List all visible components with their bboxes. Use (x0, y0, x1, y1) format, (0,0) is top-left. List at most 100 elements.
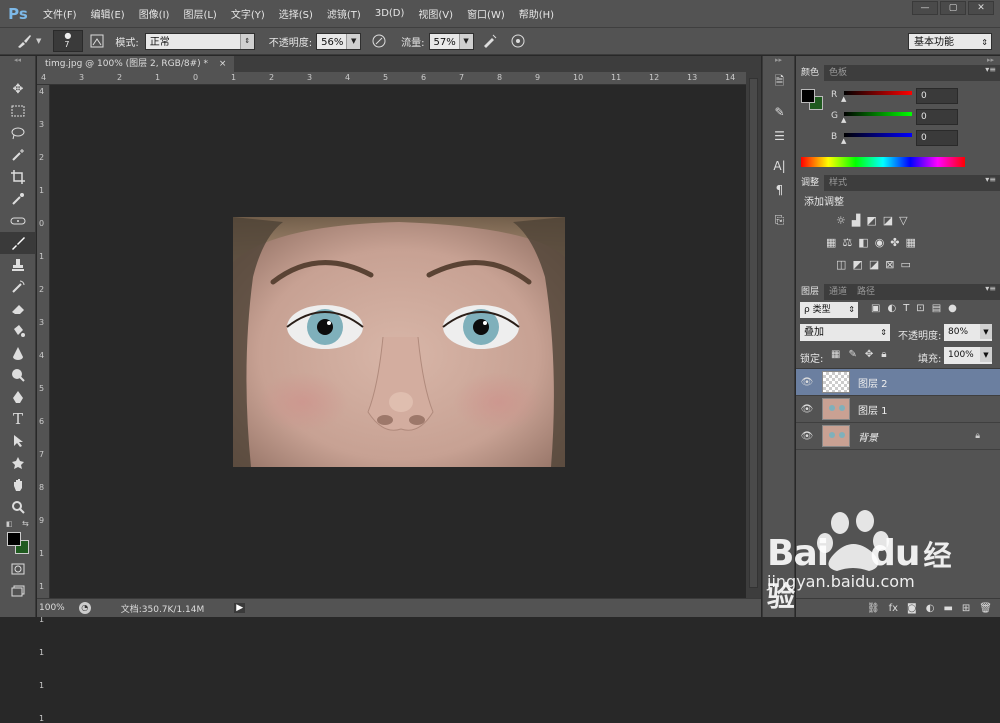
filter-adjustment-icon[interactable]: ◐ (887, 303, 896, 314)
pressure-opacity-icon[interactable] (369, 31, 389, 51)
tab-adjustments[interactable]: 调整 (796, 175, 825, 191)
panels-collapse-icon[interactable]: ▸▸ (796, 56, 1000, 64)
path-selection-tool-icon[interactable] (0, 430, 36, 452)
black-white-icon[interactable]: ◧ (858, 236, 868, 249)
brush-preset-icon[interactable] (14, 31, 34, 51)
red-slider[interactable] (844, 91, 912, 95)
tab-swatches[interactable]: 色板 (824, 65, 852, 81)
mode-select[interactable]: 正常 ⇕ (144, 32, 255, 50)
dodge-tool-icon[interactable] (0, 364, 36, 386)
menu-help[interactable]: 帮助(H) (512, 6, 561, 21)
lock-transparent-icon[interactable]: ▦ (831, 349, 840, 360)
color-spectrum-ramp[interactable] (801, 157, 965, 167)
filter-shape-icon[interactable]: ⊡ (916, 303, 924, 314)
exposure-icon[interactable]: ◪ (883, 214, 893, 227)
brush-preset-arrow-icon[interactable]: ▼ (36, 37, 41, 45)
zoom-level[interactable]: 100% (39, 603, 65, 613)
minimize-button[interactable]: — (912, 1, 938, 15)
menu-filter[interactable]: 滤镜(T) (320, 6, 368, 21)
clone-stamp-tool-icon[interactable] (0, 254, 36, 276)
document-image[interactable] (233, 217, 565, 467)
zoom-tool-icon[interactable] (0, 496, 36, 518)
layer-filter-select[interactable]: ρ 类型 ⇕ (800, 302, 858, 318)
brightness-contrast-icon[interactable]: ☼ (836, 214, 846, 227)
screen-mode-icon[interactable] (0, 580, 36, 602)
quick-mask-icon[interactable] (0, 558, 36, 580)
pen-tool-icon[interactable] (0, 386, 36, 408)
menu-type[interactable]: 文字(Y) (224, 6, 272, 21)
paint-bucket-tool-icon[interactable] (0, 320, 36, 342)
paragraph-panel-icon[interactable]: ¶ (763, 178, 796, 202)
curves-icon[interactable]: ◩ (866, 214, 876, 227)
close-button[interactable]: ✕ (968, 1, 994, 15)
photo-filter-icon[interactable]: ◉ (875, 236, 885, 249)
brush-presets-panel-icon[interactable]: ☰ (763, 124, 796, 148)
zoom-info-icon[interactable]: ◔ (78, 602, 91, 614)
crop-tool-icon[interactable] (0, 166, 36, 188)
menu-edit[interactable]: 编辑(E) (84, 6, 132, 21)
hue-saturation-icon[interactable]: ▦ (826, 236, 836, 249)
visibility-eye-icon[interactable]: 👁︎ (796, 404, 818, 415)
menu-select[interactable]: 选择(S) (272, 6, 320, 21)
pressure-size-icon[interactable] (508, 31, 528, 51)
tab-color[interactable]: 颜色 (796, 65, 825, 81)
levels-icon[interactable]: ▟ (852, 214, 860, 227)
menu-layer[interactable]: 图层(L) (176, 6, 223, 21)
history-brush-tool-icon[interactable] (0, 276, 36, 298)
hand-tool-icon[interactable] (0, 474, 36, 496)
workspace-select[interactable]: 基本功能 ⇕ (908, 33, 992, 50)
opacity-dropdown-icon[interactable]: ▼ (346, 33, 361, 49)
vibrance-icon[interactable]: ▽ (899, 214, 907, 227)
filter-toggle-icon[interactable]: ● (948, 303, 957, 314)
blend-mode-select[interactable]: 叠加 ⇕ (800, 324, 890, 341)
brush-size-picker[interactable]: ● 7 (53, 30, 84, 52)
red-value-input[interactable]: 0 (916, 88, 958, 104)
blue-slider[interactable] (844, 133, 912, 137)
document-close-icon[interactable]: × (219, 59, 227, 69)
layer-row-background[interactable]: 👁︎ 背景 🔒︎ (796, 423, 1000, 450)
threshold-icon[interactable]: ◪ (869, 258, 879, 271)
color-lookup-icon[interactable]: ▦ (906, 236, 916, 249)
shape-tool-icon[interactable] (0, 452, 36, 474)
menu-view[interactable]: 视图(V) (411, 6, 460, 21)
tab-channels[interactable]: 通道 (824, 284, 852, 300)
opacity-input[interactable]: 56% ▼ (316, 32, 362, 50)
maximize-button[interactable]: ▢ (940, 1, 966, 15)
tools-collapse-icon[interactable]: ◂◂ (0, 56, 35, 64)
green-slider-handle-icon[interactable]: ▲ (841, 116, 846, 124)
blur-tool-icon[interactable] (0, 342, 36, 364)
visibility-eye-icon[interactable]: 👁︎ (796, 377, 818, 388)
selective-color-icon[interactable]: ⊠ (885, 258, 894, 271)
filter-type-icon[interactable]: T (903, 303, 909, 314)
lock-position-icon[interactable]: ✥ (865, 349, 873, 360)
filter-smart-object-icon[interactable]: ▤ (932, 303, 941, 314)
fill-input[interactable]: 100% ▼ (944, 347, 992, 364)
red-slider-handle-icon[interactable]: ▲ (841, 95, 846, 103)
foreground-color-swatch[interactable] (7, 532, 21, 546)
lasso-tool-icon[interactable] (0, 122, 36, 144)
airbrush-icon[interactable] (480, 31, 500, 51)
fill-arrow-icon[interactable]: ▼ (980, 347, 992, 362)
layer-row-layer-1[interactable]: 👁︎ 图层 1 (796, 396, 1000, 423)
marquee-tool-icon[interactable] (0, 100, 36, 122)
eyedropper-tool-icon[interactable] (0, 188, 36, 210)
default-colors-icon[interactable]: ◧ (6, 520, 13, 528)
status-menu-arrow-icon[interactable]: ▶ (234, 603, 246, 613)
gradient-map-icon[interactable]: ▭ (900, 258, 910, 271)
layer-opacity-input[interactable]: 80% ▼ (944, 324, 992, 341)
visibility-eye-icon[interactable]: 👁︎ (796, 431, 818, 442)
blue-value-input[interactable]: 0 (916, 130, 958, 146)
menu-window[interactable]: 窗口(W) (460, 6, 512, 21)
lock-image-icon[interactable]: ✎ (848, 349, 856, 360)
channel-mixer-icon[interactable]: ✤ (890, 236, 899, 249)
layer-row-layer-2[interactable]: 👁︎ 图层 2 (796, 369, 1000, 396)
menu-3d[interactable]: 3D(D) (368, 8, 412, 19)
menu-file[interactable]: 文件(F) (36, 6, 84, 21)
character-panel-icon[interactable]: A| (763, 154, 796, 178)
new-layer-icon[interactable]: ⊞ (962, 603, 970, 614)
eraser-tool-icon[interactable] (0, 298, 36, 320)
type-tool-icon[interactable]: T (0, 408, 36, 430)
layers-panel-menu-icon[interactable]: ▾≡ (985, 284, 996, 293)
green-slider[interactable] (844, 112, 912, 116)
filter-pixel-icon[interactable]: ▣ (871, 303, 880, 314)
